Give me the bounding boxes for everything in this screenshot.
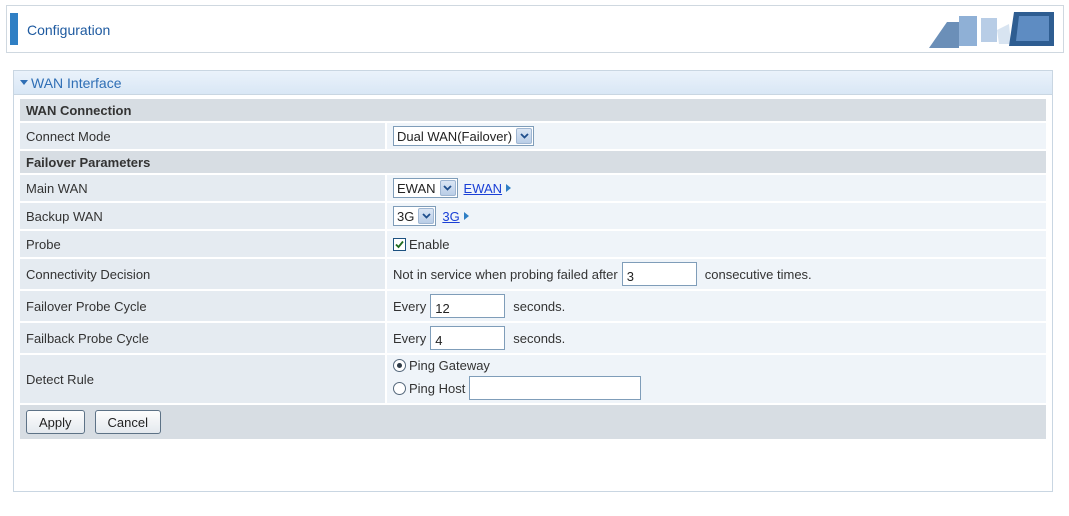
failback-cycle-prefix: Every [393, 330, 427, 346]
connectivity-prefix: Not in service when probing failed after [393, 266, 618, 282]
chevron-down-icon[interactable] [516, 128, 533, 144]
connectivity-decision-row: Connectivity Decision Not in service whe… [20, 259, 1046, 289]
main-wan-label: Main WAN [20, 175, 385, 201]
chevron-down-icon[interactable] [418, 208, 435, 224]
checkmark-icon [395, 240, 404, 248]
main-wan-link[interactable]: EWAN [464, 181, 512, 196]
main-wan-select[interactable]: EWAN [393, 178, 458, 198]
probe-row: Probe Enable [20, 231, 1046, 257]
failover-cycle-prefix: Every [393, 298, 427, 314]
failover-cycle-row: Failover Probe Cycle Every seconds. [20, 291, 1046, 321]
caret-right-icon [463, 212, 469, 220]
wan-interface-panel: WAN Interface WAN Connection Connect Mod… [13, 70, 1053, 492]
panel-header[interactable]: WAN Interface [14, 71, 1052, 95]
chevron-down-icon[interactable] [439, 180, 456, 196]
connect-mode-row: Connect Mode Dual WAN(Failover) [20, 123, 1046, 149]
page-title: Configuration [27, 22, 111, 38]
connect-mode-value: Dual WAN(Failover) [397, 128, 513, 144]
apply-button[interactable]: Apply [26, 410, 85, 434]
probe-label: Probe [20, 231, 385, 257]
backup-wan-row: Backup WAN 3G 3G [20, 203, 1046, 229]
ping-host-input[interactable] [469, 376, 642, 400]
failback-cycle-label: Failback Probe Cycle [20, 323, 385, 353]
section-wan-connection: WAN Connection [20, 99, 1046, 121]
connectivity-times-input[interactable] [621, 262, 697, 286]
page-header: Configuration [6, 5, 1064, 53]
header-accent-bar [10, 13, 18, 45]
collapse-triangle-icon[interactable] [20, 80, 28, 85]
failover-cycle-suffix: seconds. [513, 298, 566, 314]
main-wan-value: EWAN [397, 180, 436, 196]
ping-gateway-radio[interactable] [393, 359, 406, 372]
failback-cycle-row: Failback Probe Cycle Every seconds. [20, 323, 1046, 353]
caret-right-icon [506, 184, 512, 192]
main-wan-row: Main WAN EWAN EWAN [20, 175, 1046, 201]
connectivity-suffix: consecutive times. [704, 266, 812, 282]
failover-cycle-label: Failover Probe Cycle [20, 291, 385, 321]
failback-cycle-suffix: seconds. [513, 330, 566, 346]
backup-wan-link-text[interactable]: 3G [442, 209, 459, 224]
section-failover-parameters: Failover Parameters [20, 151, 1046, 173]
connectivity-decision-label: Connectivity Decision [20, 259, 385, 289]
detect-rule-label: Detect Rule [20, 355, 385, 403]
failback-cycle-input[interactable] [430, 326, 506, 350]
cancel-button[interactable]: Cancel [94, 410, 161, 434]
ping-gateway-label[interactable]: Ping Gateway [409, 358, 490, 373]
ping-host-label[interactable]: Ping Host [409, 381, 465, 396]
button-bar: Apply Cancel [20, 405, 1046, 439]
probe-enable-checkbox[interactable] [393, 237, 406, 251]
connect-mode-label: Connect Mode [20, 123, 385, 149]
main-wan-link-text[interactable]: EWAN [464, 181, 503, 196]
backup-wan-link[interactable]: 3G [442, 209, 469, 224]
probe-enable-label[interactable]: Enable [409, 237, 449, 252]
header-computer-graphic [859, 12, 1054, 50]
connect-mode-select[interactable]: Dual WAN(Failover) [393, 126, 535, 146]
ping-host-radio[interactable] [393, 381, 406, 395]
panel-title: WAN Interface [31, 74, 122, 91]
backup-wan-select[interactable]: 3G [393, 206, 437, 226]
backup-wan-label: Backup WAN [20, 203, 385, 229]
detect-rule-row: Detect Rule Ping Gateway Ping Host [20, 355, 1046, 403]
failover-cycle-input[interactable] [430, 294, 506, 318]
backup-wan-value: 3G [397, 208, 415, 224]
